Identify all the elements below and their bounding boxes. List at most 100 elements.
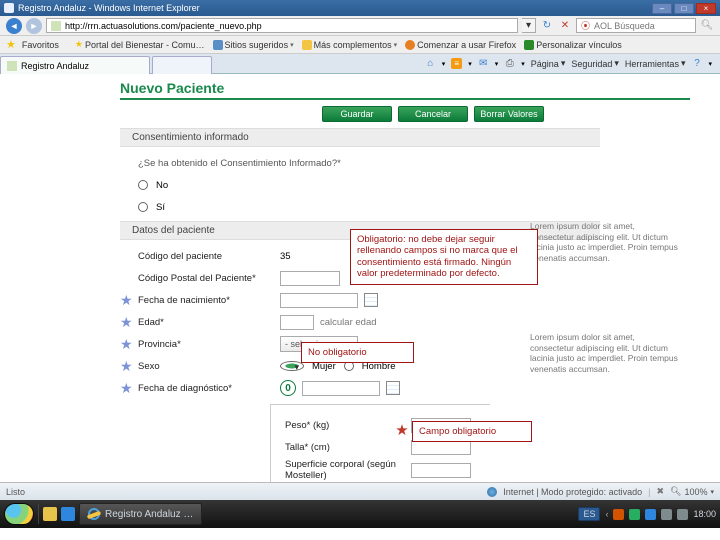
tray-network-icon[interactable] xyxy=(677,509,688,520)
required-star-icon: ★ xyxy=(120,358,133,374)
ie-toolbar: ⌂▾ ≡▾ ✉▾ ⎙▾ Página▾ Seguridad▾ Herramien… xyxy=(425,54,720,73)
search-field[interactable]: ⦿ AOL Búsqueda xyxy=(576,18,696,33)
zoom-value: 100% xyxy=(684,487,707,497)
star-icon: ★ xyxy=(75,39,83,50)
nacimiento-input[interactable] xyxy=(280,293,358,308)
favorites-star-icon[interactable]: ★ xyxy=(6,38,16,51)
lang-indicator[interactable]: ES xyxy=(578,507,600,521)
favlink-portal[interactable]: ★Portal del Bienestar - Comu… xyxy=(73,39,207,50)
tray-icon[interactable] xyxy=(645,509,656,520)
protected-off-icon[interactable]: ✖ xyxy=(656,486,664,497)
tab-page-icon xyxy=(7,61,17,71)
consent-no-row: No xyxy=(138,180,168,191)
sites-icon xyxy=(213,40,223,50)
taskbar-app-label: Registro Andaluz … xyxy=(105,509,193,520)
url-dropdown[interactable]: ▾ xyxy=(522,18,536,33)
personalize-icon xyxy=(524,40,534,50)
required-star-icon: ★ xyxy=(120,292,133,308)
search-icon: ⦿ xyxy=(581,19,590,32)
minimize-button[interactable]: – xyxy=(652,3,672,14)
save-button[interactable]: Guardar xyxy=(322,106,392,122)
title-rule xyxy=(120,98,690,100)
stop-icon[interactable]: ✕ xyxy=(558,19,572,33)
calendar-icon[interactable] xyxy=(386,381,400,395)
ie-icon xyxy=(88,508,100,520)
maximize-button[interactable]: □ xyxy=(674,3,694,14)
new-tab-button[interactable] xyxy=(152,56,212,74)
body-measures-box: Peso* (kg) Talla* (cm) Superficie corpor… xyxy=(270,404,490,482)
close-button[interactable]: × xyxy=(696,3,716,14)
tray-icon[interactable] xyxy=(629,509,640,520)
consent-no-label: No xyxy=(156,180,168,191)
consent-yes-radio[interactable] xyxy=(138,202,148,212)
favlink-personalizar[interactable]: Personalizar vínculos xyxy=(522,40,624,50)
red-star-icon: ★ xyxy=(394,421,410,437)
favlink-mas[interactable]: Más complementos▾ xyxy=(300,40,400,50)
refresh-icon[interactable]: ↻ xyxy=(540,19,554,33)
postal-input[interactable] xyxy=(280,271,340,286)
edad-input[interactable] xyxy=(280,315,314,330)
favlink-sitios[interactable]: Sitios sugeridos▾ xyxy=(211,40,296,50)
tab-active[interactable]: Registro Andaluz xyxy=(0,56,150,74)
favlink-firefox[interactable]: Comenzar a usar Firefox xyxy=(403,40,518,50)
favorites-label[interactable]: Favoritos xyxy=(20,40,61,50)
page-content: Nuevo Paciente Guardar Cancelar Borrar V… xyxy=(0,74,720,482)
window-titlebar: Registro Andaluz - Windows Internet Expl… xyxy=(0,0,720,16)
sup-label: Superficie corporal (según Mosteller) xyxy=(285,459,411,481)
mail-icon[interactable]: ✉ xyxy=(478,58,489,69)
talla-label: Talla* (cm) xyxy=(285,442,411,453)
diag-input[interactable] xyxy=(302,381,380,396)
home-icon[interactable]: ⌂ xyxy=(425,58,436,69)
taskbar-app-ie[interactable]: Registro Andaluz … xyxy=(79,503,202,525)
print-icon[interactable]: ⎙ xyxy=(504,58,515,69)
addons-icon xyxy=(302,40,312,50)
forward-button[interactable]: ► xyxy=(26,18,42,34)
url-field[interactable]: http://rrn.actuasolutions.com/paciente_n… xyxy=(46,18,518,33)
zoom-icon: 🔍︎ xyxy=(670,486,681,497)
page-title: Nuevo Paciente xyxy=(120,80,720,96)
postal-label: Código Postal del Paciente* xyxy=(138,273,280,284)
address-bar: ◄ ► http://rrn.actuasolutions.com/pacien… xyxy=(0,16,720,36)
aside-text-1: Lorem ipsum dolor sit amet, consectetur … xyxy=(530,221,680,264)
diag-help-icon[interactable]: 0 xyxy=(280,380,296,396)
tab-bar: Registro Andaluz ⌂▾ ≡▾ ✉▾ ⎙▾ Página▾ Seg… xyxy=(0,54,720,74)
sup-input[interactable] xyxy=(411,463,471,478)
required-star-icon: ★ xyxy=(120,380,133,396)
annotation-obligatorio: Obligatorio: no debe dejar seguir rellen… xyxy=(350,229,538,285)
tray-icon[interactable] xyxy=(613,509,624,520)
tray-volume-icon[interactable] xyxy=(661,509,672,520)
nacimiento-label: Fecha de nacimiento* xyxy=(138,295,280,306)
firefox-icon xyxy=(405,40,415,50)
rss-icon[interactable]: ≡ xyxy=(451,58,462,69)
window-title: Registro Andaluz - Windows Internet Expl… xyxy=(18,3,200,13)
cancel-button[interactable]: Cancelar xyxy=(398,106,468,122)
tray-chevron-icon[interactable]: ‹ xyxy=(605,509,608,519)
favorites-bar: ★ Favoritos ★Portal del Bienestar - Comu… xyxy=(0,36,720,54)
consent-no-radio[interactable] xyxy=(138,180,148,190)
zoom-control[interactable]: 🔍︎ 100% ▾ xyxy=(670,486,714,497)
start-button[interactable] xyxy=(4,503,34,525)
system-tray: ES ‹ 18:00 xyxy=(578,507,716,521)
menu-tools[interactable]: Herramientas▾ xyxy=(625,58,686,69)
menu-page[interactable]: Página▾ xyxy=(531,58,566,69)
ql-fileexplorer-icon[interactable] xyxy=(43,507,57,521)
tray-clock[interactable]: 18:00 xyxy=(693,509,716,519)
back-button[interactable]: ◄ xyxy=(6,18,22,34)
menu-security[interactable]: Seguridad▾ xyxy=(571,58,619,69)
section-consent: Consentimiento informado xyxy=(120,128,600,147)
consent-yes-label: Sí xyxy=(156,202,165,213)
search-go-icon[interactable]: 🔍︎ xyxy=(700,19,714,33)
aside-text-2: Lorem ipsum dolor sit amet, consectetur … xyxy=(530,332,680,375)
help-icon[interactable]: ? xyxy=(691,58,702,69)
tab-title: Registro Andaluz xyxy=(21,61,89,71)
annotation-campo-obligatorio: Campo obligatorio xyxy=(412,421,532,442)
status-bar: Listo Internet | Modo protegido: activad… xyxy=(0,482,720,500)
codigo-value: 35 xyxy=(280,251,291,262)
ql-media-icon[interactable] xyxy=(61,507,75,521)
required-star-icon: ★ xyxy=(120,336,133,352)
codigo-label: Código del paciente xyxy=(138,251,280,262)
edad-unit[interactable]: calcular edad xyxy=(320,317,377,328)
clear-button[interactable]: Borrar Valores xyxy=(474,106,544,122)
window-favicon xyxy=(4,3,14,13)
calendar-icon[interactable] xyxy=(364,293,378,307)
